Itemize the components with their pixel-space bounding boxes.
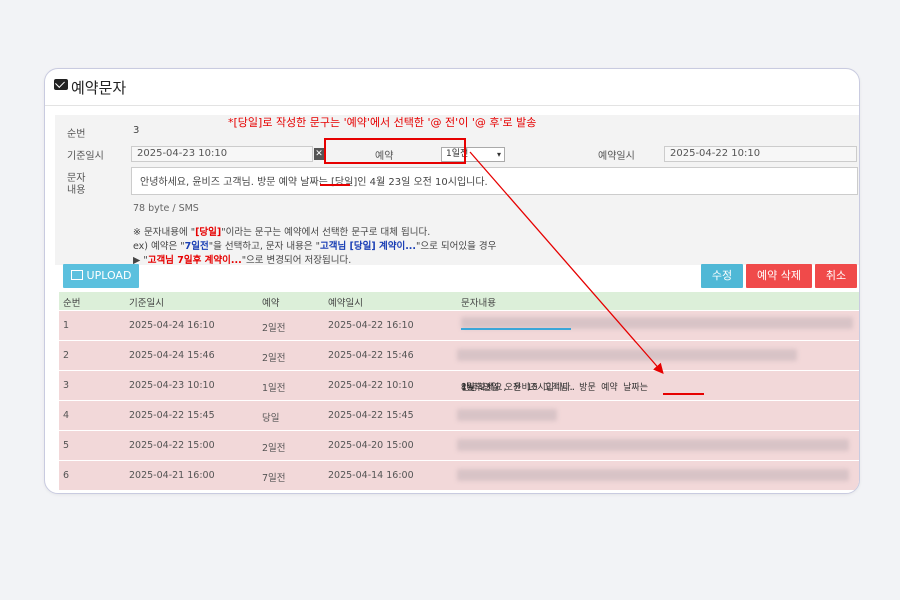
cell-base-date: 2025-04-21 16:00 xyxy=(129,470,215,481)
delete-reservation-button[interactable]: 예약 삭제 xyxy=(746,264,812,288)
cell-reserve-date: 2025-04-14 16:00 xyxy=(328,470,414,481)
cell-reserve-date: 2025-04-22 15:46 xyxy=(328,350,414,361)
note-message-example: 고객님 [당일] 계약이... xyxy=(319,241,417,252)
col-reserve: 예약 xyxy=(262,298,280,309)
table-header: 순번 기준일시 예약 예약일시 문자내용 xyxy=(59,292,859,310)
image-icon xyxy=(70,270,83,280)
note-text: ※ 문자내용에 " xyxy=(133,227,196,238)
edit-button[interactable]: 수정 xyxy=(701,264,743,288)
note-tag: [당일] xyxy=(195,227,222,238)
col-seq: 순번 xyxy=(63,298,81,309)
progress-underline xyxy=(461,328,571,330)
upload-button[interactable]: UPLOAD xyxy=(63,264,139,288)
cell-seq: 3 xyxy=(63,380,70,391)
annotation-text: *[당일]로 작성한 문구는 '예약'에서 선택한 '@ 전'이 '@ 후'로 … xyxy=(228,116,537,129)
table-row[interactable]: 2 2025-04-24 15:46 2일전 2025-04-22 15:46 xyxy=(59,340,859,370)
cell-reserve: 당일 xyxy=(262,413,280,424)
reserve-date-label: 예약일시 xyxy=(598,151,635,162)
col-message: 문자내용 xyxy=(461,298,496,309)
blurred-message xyxy=(457,439,849,451)
note-text: "으로 되어있을 경우 xyxy=(416,241,497,252)
annotation-underline-result xyxy=(663,393,704,395)
envelope-icon xyxy=(54,79,68,90)
clear-date-button[interactable]: ✕ xyxy=(314,148,324,160)
base-date-input[interactable]: 2025-04-23 10:10 xyxy=(131,146,313,162)
annotation-highlight-box xyxy=(324,138,466,164)
base-date-label: 기준일시 xyxy=(67,151,104,162)
cell-seq: 1 xyxy=(63,320,70,331)
cell-seq: 6 xyxy=(63,470,70,481)
cell-base-date: 2025-04-24 16:10 xyxy=(129,320,215,331)
cell-reserve: 7일전 xyxy=(262,473,286,484)
cell-seq: 2 xyxy=(63,350,70,361)
note-text: "으로 변경되어 저장됩니다. xyxy=(241,255,352,266)
col-base-date: 기준일시 xyxy=(129,298,164,309)
note-line-3: ▶ "고객님 7일후 계약이..."으로 변경되어 저장됩니다. xyxy=(133,252,351,266)
cell-base-date: 2025-04-23 10:10 xyxy=(129,380,215,391)
cell-base-date: 2025-04-22 15:00 xyxy=(129,440,215,451)
reservation-sms-panel: 예약문자 순번 3 기준일시 2025-04-23 10:10 ✕ 예약 1일전… xyxy=(44,68,860,494)
seq-value: 3 xyxy=(133,125,140,136)
cell-reserve: 2일전 xyxy=(262,443,286,454)
note-option: 7일전 xyxy=(184,241,209,252)
note-line-1: ※ 문자내용에 "[당일]"이라는 문구는 예약에서 선택한 문구로 대체 됩니… xyxy=(133,224,430,238)
table-row[interactable]: 6 2025-04-21 16:00 7일전 2025-04-14 16:00 xyxy=(59,460,859,490)
table-row[interactable]: 4 2025-04-22 15:45 당일 2025-04-22 15:45 xyxy=(59,400,859,430)
cell-seq: 4 xyxy=(63,410,70,421)
cell-reserve-date: 2025-04-22 16:10 xyxy=(328,320,414,331)
note-text: "을 선택하고, 문자 내용은 " xyxy=(208,241,320,252)
note-text: "이라는 문구는 예약에서 선택한 문구로 대체 됩니다. xyxy=(221,227,431,238)
note-line-2: ex) 예약은 "7일전"을 선택하고, 문자 내용은 "고객님 [당일] 계약… xyxy=(133,238,496,252)
message-label-2: 내용 xyxy=(67,185,86,196)
cell-reserve-date: 2025-04-22 10:10 xyxy=(328,380,414,391)
message-text-after: 인 4월 23일 오전 10시입니다. xyxy=(357,177,488,188)
table-row[interactable]: 1 2025-04-24 16:10 2일전 2025-04-22 16:10 xyxy=(59,310,859,340)
message-placeholder-tag: [당일] xyxy=(331,177,358,188)
upload-label: UPLOAD xyxy=(86,269,132,282)
cell-reserve: 2일전 xyxy=(262,323,286,334)
note-result-example: 고객님 7일후 계약이... xyxy=(147,255,242,266)
message-textarea[interactable]: 안녕하세요, 윤비즈 고객님. 방문 예약 날짜는 [당일]인 4월 23일 오… xyxy=(131,167,858,195)
cancel-button[interactable]: 취소 xyxy=(815,264,857,288)
blurred-message xyxy=(457,349,797,361)
cell-reserve-date: 2025-04-22 15:45 xyxy=(328,410,414,421)
blurred-message xyxy=(457,469,849,481)
cell-reserve-date: 2025-04-20 15:00 xyxy=(328,440,414,451)
cell-seq: 5 xyxy=(63,440,70,451)
seq-label: 순번 xyxy=(67,129,86,140)
message-text: 4월 23일 오전 10시입니다. xyxy=(461,383,577,393)
cell-reserve: 2일전 xyxy=(262,353,286,364)
cell-base-date: 2025-04-24 15:46 xyxy=(129,350,215,361)
reserve-date-input[interactable]: 2025-04-22 10:10 xyxy=(664,146,857,162)
blurred-message xyxy=(457,409,557,421)
byte-info: 78 byte / SMS xyxy=(133,203,199,214)
table-row[interactable]: 5 2025-04-22 15:00 2일전 2025-04-20 15:00 xyxy=(59,430,859,460)
cell-base-date: 2025-04-22 15:45 xyxy=(129,410,215,421)
col-reserve-date: 예약일시 xyxy=(328,298,363,309)
chevron-down-icon: ▾ xyxy=(496,150,501,159)
note-text: ex) 예약은 " xyxy=(133,241,185,252)
annotation-underline-message xyxy=(320,184,350,186)
cell-reserve: 1일전 xyxy=(262,383,286,394)
message-text-before: 안녕하세요, 윤비즈 고객님. 방문 예약 날짜는 xyxy=(140,177,332,188)
table-row[interactable]: 3 2025-04-23 10:10 1일전 2025-04-22 10:10 … xyxy=(59,370,859,400)
panel-header: 예약문자 xyxy=(45,69,859,106)
page-title: 예약문자 xyxy=(71,79,127,97)
